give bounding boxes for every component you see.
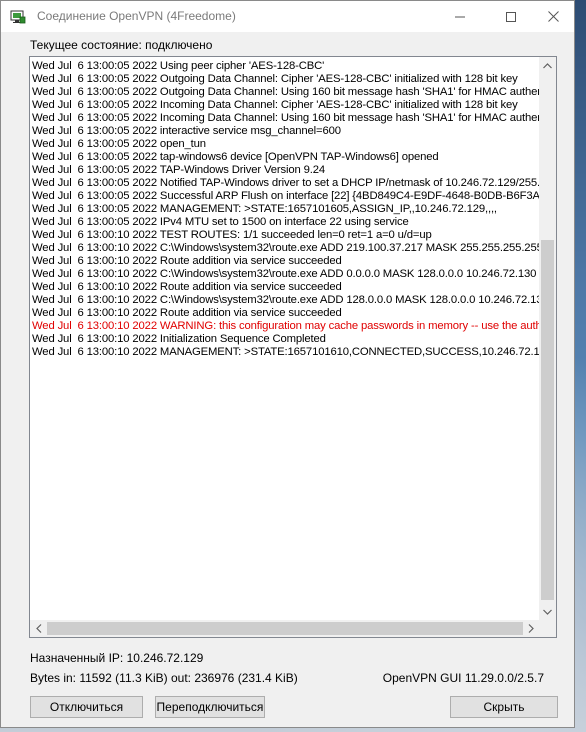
- log-line: Wed Jul 6 13:00:05 2022 interactive serv…: [32, 125, 341, 137]
- log-line: Wed Jul 6 13:00:10 2022 MANAGEMENT: >STA…: [32, 346, 539, 358]
- log-line: Wed Jul 6 13:00:10 2022 Initialization S…: [32, 333, 326, 345]
- log-line: Wed Jul 6 13:00:05 2022 open_tun: [32, 138, 206, 150]
- vertical-scroll-thumb[interactable]: [541, 240, 554, 600]
- scroll-left-arrow-icon[interactable]: [30, 620, 47, 637]
- log-line: Wed Jul 6 13:00:05 2022 Successful ARP F…: [32, 190, 539, 202]
- log-line: Wed Jul 6 13:00:05 2022 Incoming Data Ch…: [32, 112, 539, 124]
- log-line: Wed Jul 6 13:00:05 2022 TAP-Windows Driv…: [32, 164, 326, 176]
- scrollbar-corner: [539, 620, 556, 637]
- close-button[interactable]: [530, 1, 576, 32]
- openvpn-app-icon: [10, 9, 26, 25]
- close-icon: [547, 11, 559, 22]
- disconnect-button[interactable]: Отключиться: [30, 696, 143, 718]
- reconnect-button[interactable]: Переподключиться: [155, 696, 265, 718]
- log-line: Wed Jul 6 13:00:05 2022 tap-windows6 dev…: [32, 151, 439, 163]
- log-line: Wed Jul 6 13:00:10 2022 TEST ROUTES: 1/1…: [32, 229, 432, 241]
- log-lines: Wed Jul 6 13:00:05 2022 Using peer ciphe…: [32, 60, 539, 620]
- log-line: Wed Jul 6 13:00:10 2022 C:\Windows\syste…: [32, 294, 539, 306]
- scroll-down-arrow-icon[interactable]: [539, 603, 556, 620]
- minimize-icon: [455, 16, 465, 17]
- log-line: Wed Jul 6 13:00:10 2022 C:\Windows\syste…: [32, 242, 539, 254]
- log-line: Wed Jul 6 13:00:10 2022 Route addition v…: [32, 281, 342, 293]
- minimize-button[interactable]: [437, 1, 483, 32]
- openvpn-connection-window: Соединение OpenVPN (4Freedome) Текущее с…: [0, 0, 575, 728]
- log-line: Wed Jul 6 13:00:05 2022 Incoming Data Ch…: [32, 99, 518, 111]
- log-line: Wed Jul 6 13:00:10 2022 Route addition v…: [32, 307, 342, 319]
- log-line: Wed Jul 6 13:00:05 2022 IPv4 MTU set to …: [32, 216, 409, 228]
- connection-status: Текущее состояние: подключено: [30, 38, 213, 52]
- log-line: Wed Jul 6 13:00:05 2022 MANAGEMENT: >STA…: [32, 203, 497, 215]
- title-bar[interactable]: Соединение OpenVPN (4Freedome): [1, 1, 574, 32]
- window-title: Соединение OpenVPN (4Freedome): [37, 9, 236, 23]
- bytes-counter: Bytes in: 11592 (11.3 KiB) out: 236976 (…: [30, 671, 298, 685]
- maximize-icon: [506, 11, 516, 22]
- vertical-scrollbar[interactable]: [539, 57, 556, 620]
- log-line: Wed Jul 6 13:00:05 2022 Outgoing Data Ch…: [32, 73, 518, 85]
- hide-button[interactable]: Скрыть: [450, 696, 558, 718]
- assigned-ip: Назначенный IP: 10.246.72.129: [30, 651, 204, 665]
- log-line: Wed Jul 6 13:00:05 2022 Outgoing Data Ch…: [32, 86, 539, 98]
- log-line: Wed Jul 6 13:00:10 2022 Route addition v…: [32, 255, 342, 267]
- log-line: Wed Jul 6 13:00:05 2022 Notified TAP-Win…: [32, 177, 539, 189]
- log-line: Wed Jul 6 13:00:05 2022 Using peer ciphe…: [32, 60, 325, 72]
- horizontal-scroll-thumb[interactable]: [47, 622, 523, 635]
- scroll-right-arrow-icon[interactable]: [522, 620, 539, 637]
- log-view[interactable]: Wed Jul 6 13:00:05 2022 Using peer ciphe…: [29, 56, 557, 638]
- log-line-warning: Wed Jul 6 13:00:10 2022 WARNING: this co…: [32, 320, 539, 332]
- horizontal-scrollbar[interactable]: [30, 620, 539, 637]
- scroll-up-arrow-icon[interactable]: [539, 57, 556, 74]
- maximize-button[interactable]: [488, 1, 534, 32]
- log-line: Wed Jul 6 13:00:10 2022 C:\Windows\syste…: [32, 268, 537, 280]
- version-label: OpenVPN GUI 11.29.0.0/2.5.7: [382, 671, 544, 685]
